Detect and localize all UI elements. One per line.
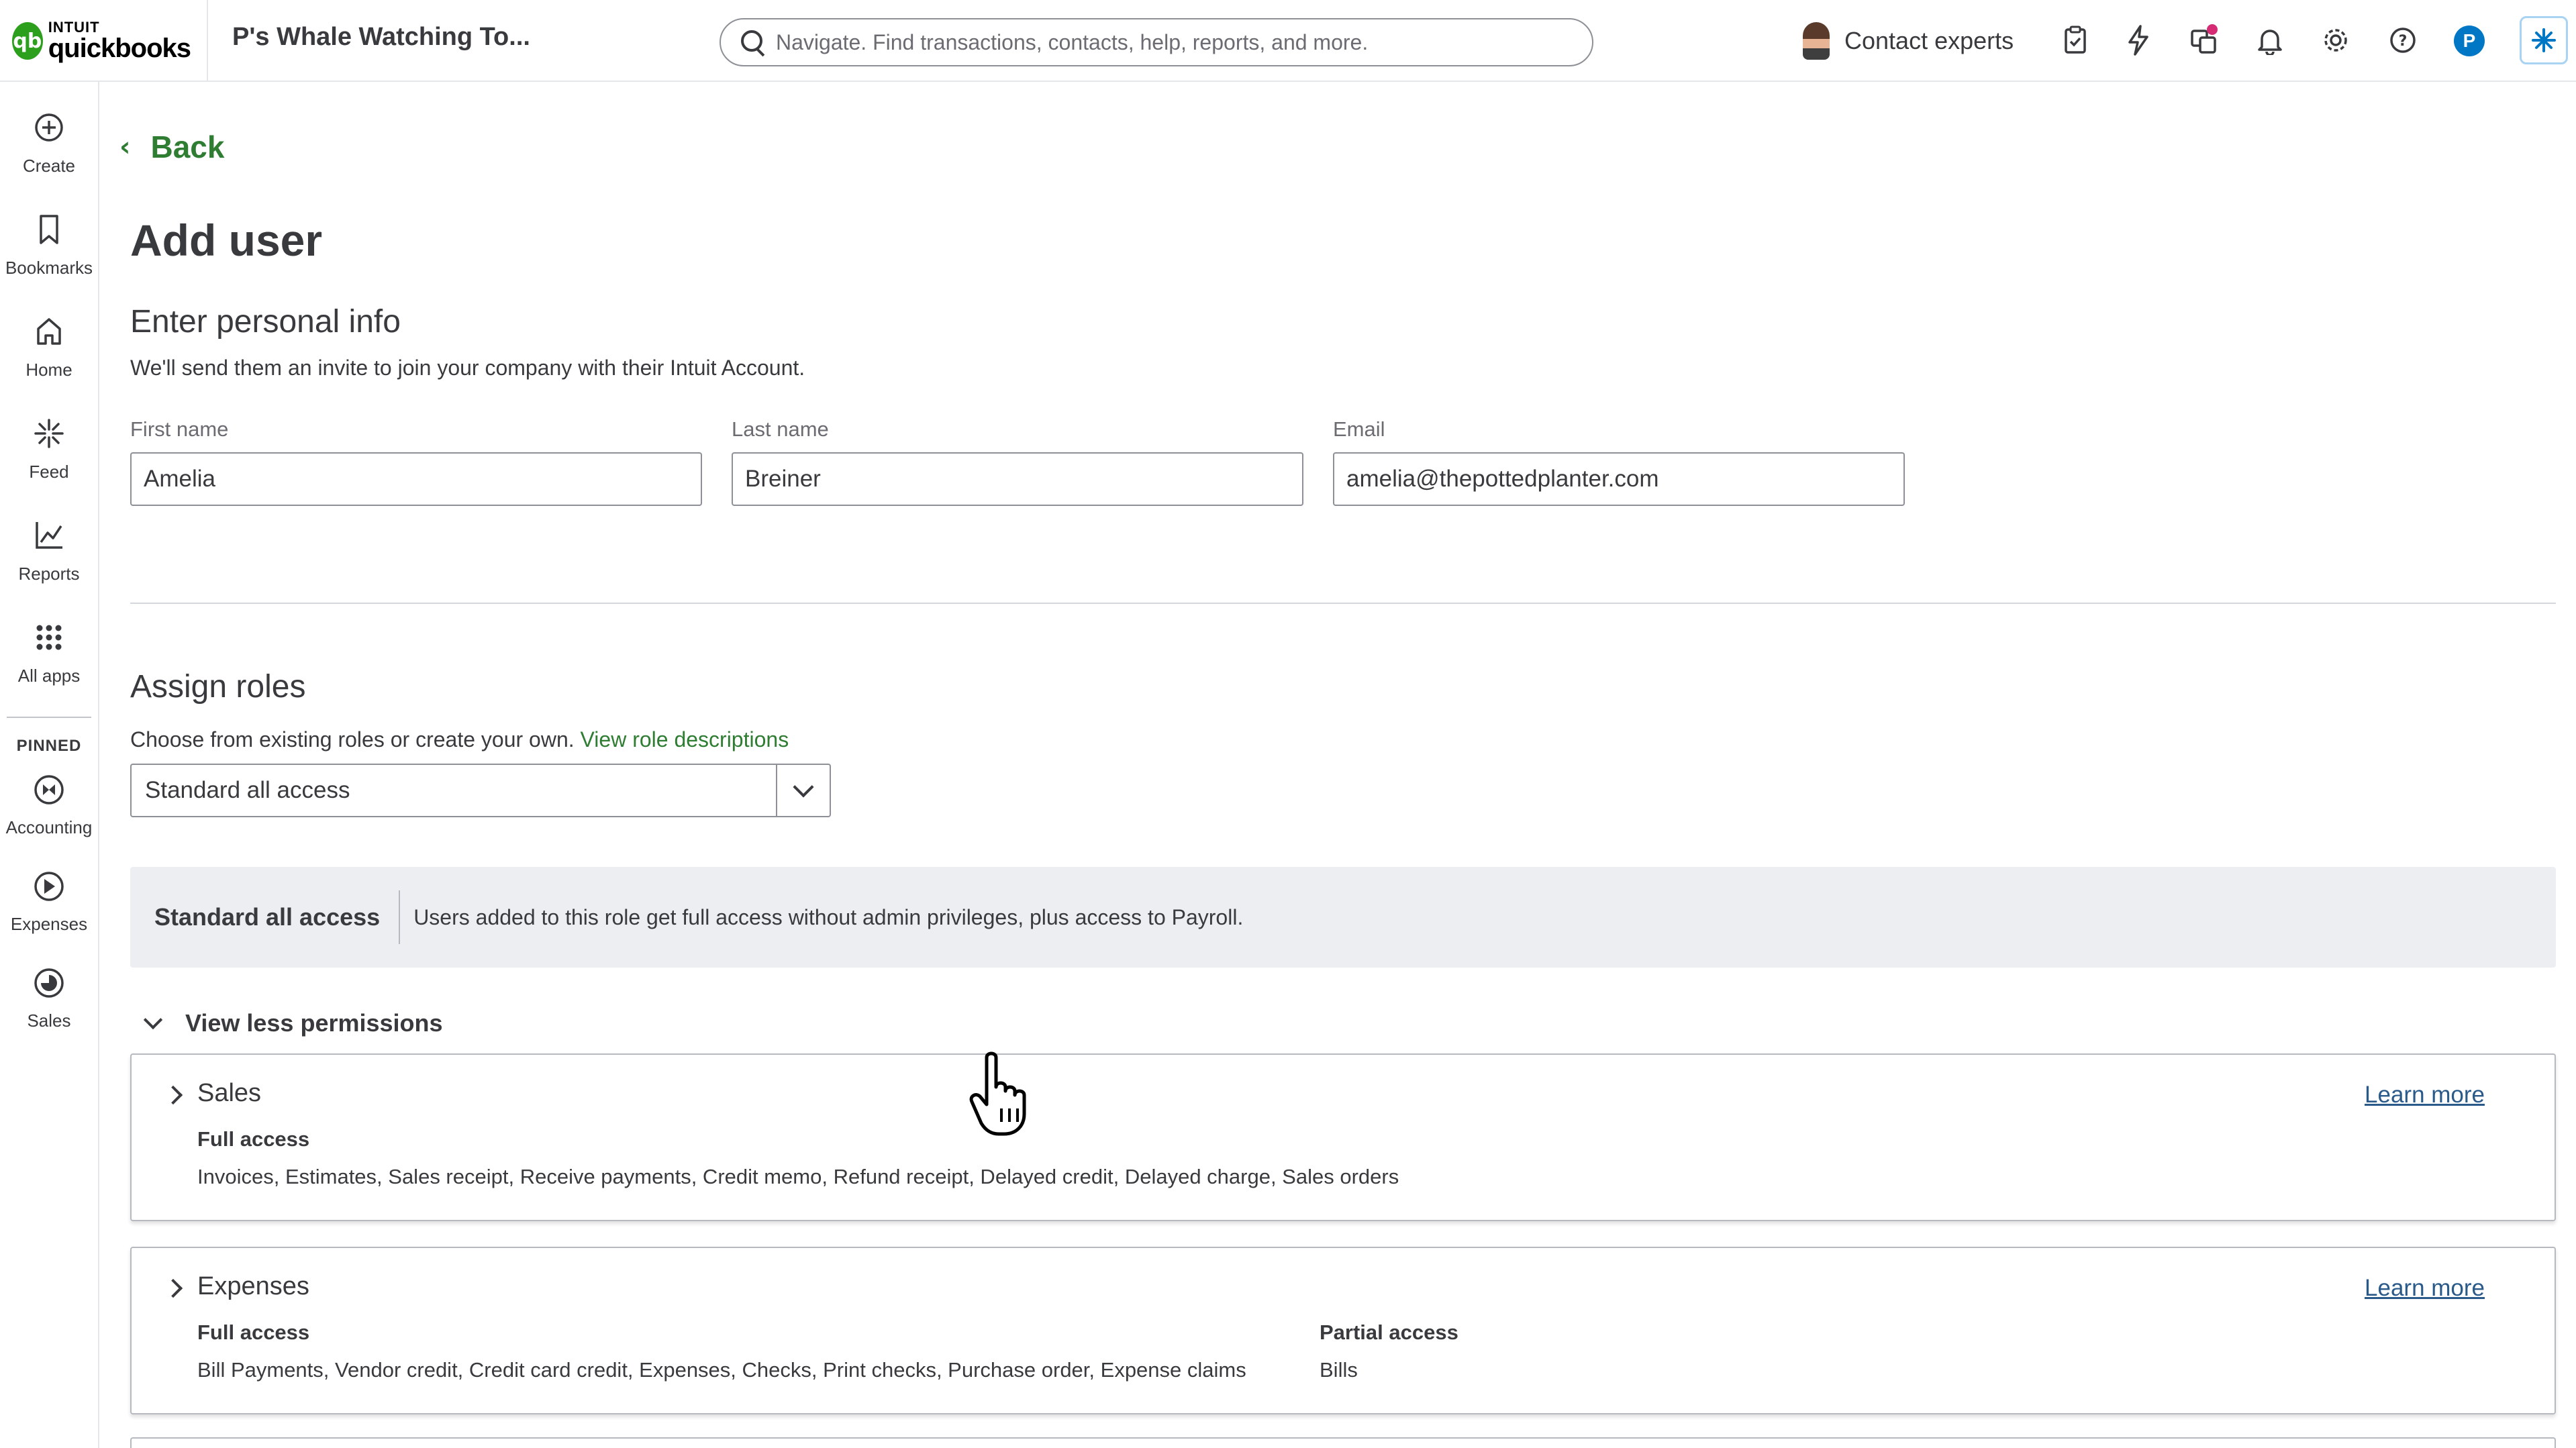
role-select-toggle[interactable] <box>776 765 830 816</box>
permission-card-sales: Sales Learn more Full access Invoices, E… <box>130 1053 2556 1221</box>
learn-more-link[interactable]: Learn more <box>2365 1082 2485 1108</box>
role-summary-banner: Standard all access Users added to this … <box>130 867 2556 968</box>
assist-icon[interactable] <box>2520 16 2568 64</box>
permissions-toggle-label: View less permissions <box>185 1009 443 1037</box>
svg-text:?: ? <box>2399 33 2408 50</box>
search-icon <box>740 29 766 56</box>
plus-circle-icon <box>0 111 98 152</box>
learn-more-link[interactable]: Learn more <box>2365 1275 2485 1302</box>
gear-icon[interactable] <box>2318 23 2353 58</box>
expenses-icon <box>0 870 98 910</box>
nav-expenses[interactable]: Expenses <box>0 870 98 935</box>
nav-feed[interactable]: Feed <box>0 417 98 482</box>
permissions-toggle[interactable]: View less permissions <box>143 1009 443 1037</box>
last-name-label: Last name <box>732 417 829 441</box>
assign-roles-title: Assign roles <box>130 669 306 705</box>
chevron-left-icon: ‹ <box>119 132 131 162</box>
personal-info-title: Enter personal info <box>130 304 401 340</box>
partial-access-items: Bills <box>1320 1358 1358 1382</box>
role-summary-desc: Users added to this role get full access… <box>413 904 1244 929</box>
left-nav: Create Bookmarks Home Feed Reports All a… <box>0 82 99 1448</box>
permission-card-next <box>130 1437 2556 1448</box>
full-access-label: Full access <box>197 1321 310 1344</box>
assign-roles-desc-text: Choose from existing roles or create you… <box>130 727 575 752</box>
apps-hub-icon[interactable] <box>2187 23 2222 58</box>
bell-icon[interactable] <box>2252 23 2287 58</box>
nav-create-label: Create <box>22 156 76 176</box>
nav-home-label: Home <box>26 360 72 380</box>
sales-icon <box>0 966 98 1006</box>
nav-reports[interactable]: Reports <box>0 519 98 584</box>
permission-title[interactable]: Sales <box>197 1079 261 1108</box>
expert-avatar-icon <box>1803 22 1830 60</box>
view-role-descriptions-link[interactable]: View role descriptions <box>581 727 789 752</box>
nav-expenses-label: Expenses <box>10 914 88 934</box>
nav-feed-label: Feed <box>29 462 69 482</box>
partial-access-label: Partial access <box>1320 1321 1458 1344</box>
full-access-items: Bill Payments, Vendor credit, Credit car… <box>197 1358 1246 1382</box>
chevron-right-icon[interactable] <box>163 1085 183 1105</box>
nav-accounting[interactable]: Accounting <box>0 773 98 838</box>
nav-all-apps-label: All apps <box>17 666 81 686</box>
nav-divider <box>7 717 91 718</box>
first-name-label: First name <box>130 417 229 441</box>
profile-avatar[interactable]: P <box>2454 25 2485 56</box>
nav-create[interactable]: Create <box>0 111 98 176</box>
chevron-down-icon <box>143 1010 163 1030</box>
top-bar: qb INTUIT quickbooks P's Whale Watching … <box>0 0 2576 82</box>
logo-line-intuit: INTUIT <box>48 19 100 36</box>
contact-experts-label: Contact experts <box>1844 27 2014 54</box>
chart-line-icon <box>0 519 98 560</box>
email-field[interactable] <box>1333 452 1905 506</box>
page-title: Add user <box>130 215 323 265</box>
first-name-field[interactable] <box>130 452 702 506</box>
logo-line-quickbooks: quickbooks <box>48 34 191 63</box>
nav-home[interactable]: Home <box>0 315 98 380</box>
role-select-value: Standard all access <box>145 777 350 803</box>
grid-icon <box>0 621 98 662</box>
search-input[interactable] <box>776 30 1568 55</box>
nav-sales-label: Sales <box>27 1011 71 1031</box>
hand-cursor-icon <box>967 1051 1040 1138</box>
contact-experts-button[interactable]: Contact experts <box>1803 19 2014 63</box>
topbar-divider <box>207 0 208 82</box>
role-select[interactable]: Standard all access <box>130 764 831 817</box>
nav-bookmarks[interactable]: Bookmarks <box>0 213 98 278</box>
nav-accounting-label: Accounting <box>5 817 93 837</box>
global-search[interactable] <box>720 18 1593 66</box>
full-access-label: Full access <box>197 1127 310 1151</box>
assign-roles-desc: Choose from existing roles or create you… <box>130 727 789 752</box>
back-link[interactable]: ‹ Back <box>119 129 224 165</box>
quickbooks-logo[interactable]: qb INTUIT quickbooks <box>12 16 191 66</box>
permission-card-expenses: Expenses Learn more Full access Bill Pay… <box>130 1247 2556 1414</box>
personal-info-desc: We'll send them an invite to join your c… <box>130 356 805 380</box>
main-content: ‹ Back Add user Enter personal info We'l… <box>99 82 2576 1448</box>
logo-wordmark: INTUIT quickbooks <box>48 20 191 62</box>
quickbooks-logo-icon: qb <box>12 22 43 60</box>
nav-all-apps[interactable]: All apps <box>0 621 98 686</box>
notification-dot <box>2207 24 2218 35</box>
section-divider <box>130 603 2556 604</box>
nav-bookmarks-label: Bookmarks <box>5 258 93 278</box>
chevron-down-icon <box>793 776 814 798</box>
help-icon[interactable]: ? <box>2385 23 2420 58</box>
email-label: Email <box>1333 417 1385 441</box>
company-name[interactable]: P's Whale Watching To... <box>232 23 530 52</box>
role-summary-name: Standard all access <box>154 903 381 931</box>
permission-title[interactable]: Expenses <box>197 1272 309 1301</box>
accounting-icon <box>0 773 98 813</box>
chevron-right-icon[interactable] <box>163 1278 183 1298</box>
last-name-field[interactable] <box>732 452 1303 506</box>
nav-sales[interactable]: Sales <box>0 966 98 1031</box>
sparkle-icon <box>0 417 98 458</box>
pinned-section-label: PINNED <box>16 737 82 755</box>
back-label: Back <box>150 130 225 164</box>
nav-reports-label: Reports <box>18 564 80 584</box>
clipboard-icon[interactable] <box>2058 23 2093 58</box>
lightning-icon[interactable] <box>2121 23 2156 58</box>
full-access-items: Invoices, Estimates, Sales receipt, Rece… <box>197 1165 1399 1188</box>
home-icon <box>0 315 98 356</box>
bookmark-icon <box>0 213 98 254</box>
